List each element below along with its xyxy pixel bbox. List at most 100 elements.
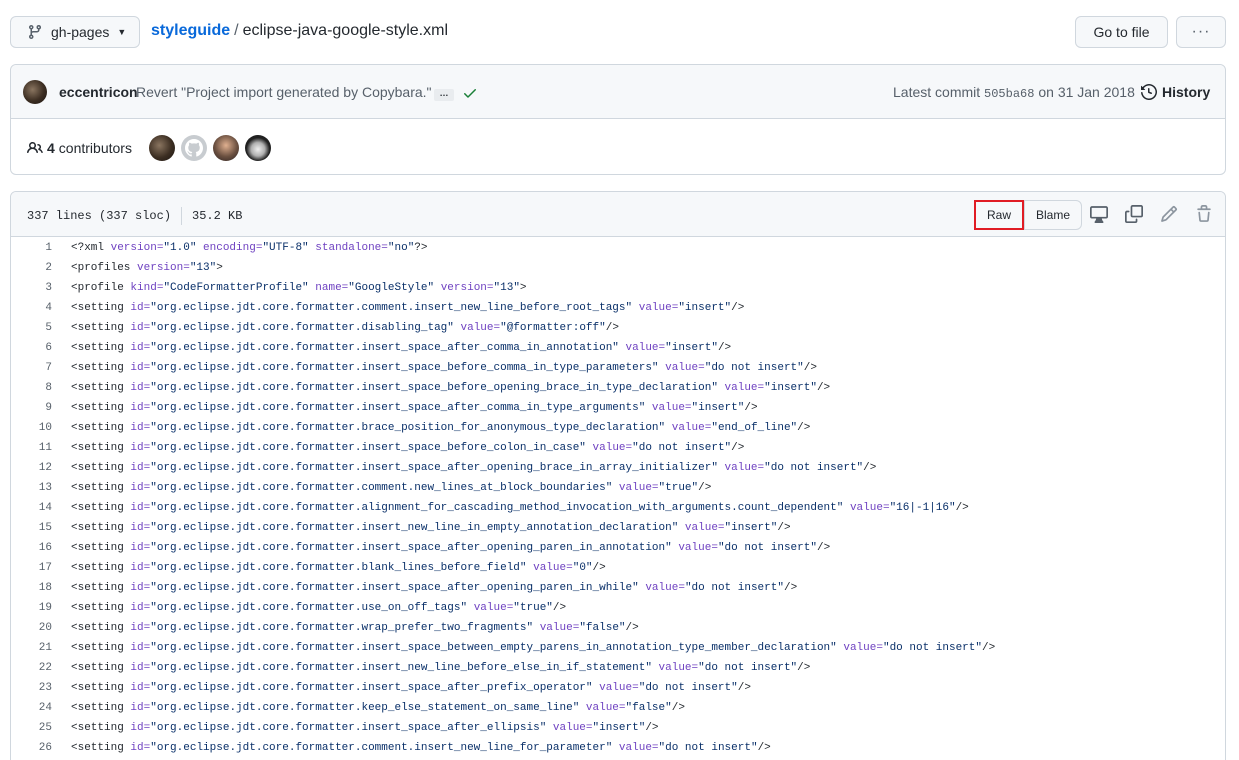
line-number[interactable]: 12 [11, 462, 63, 474]
contributor-avatar[interactable] [245, 135, 271, 161]
line-number[interactable]: 3 [11, 282, 63, 294]
line-number[interactable]: 20 [11, 622, 63, 634]
line-number[interactable]: 17 [11, 562, 63, 574]
xml-attribute: value= [843, 642, 883, 654]
line-content: <setting id="org.eclipse.jdt.core.format… [63, 462, 876, 474]
commit-date-prefix: on [1038, 84, 1054, 100]
breadcrumb-repo-link[interactable]: styleguide [151, 22, 230, 39]
contributors-row: 4 contributors [11, 119, 1225, 174]
line-number[interactable]: 15 [11, 522, 63, 534]
xml-tag: /> [783, 582, 798, 594]
xml-value: "insert" [764, 382, 817, 394]
line-number[interactable]: 13 [11, 482, 63, 494]
trash-icon[interactable] [1195, 205, 1213, 223]
xml-tag: ?> [414, 242, 428, 254]
xml-tag: <setting [71, 322, 131, 334]
xml-value: "do not insert" [638, 682, 738, 694]
commit-sha-link[interactable]: 505ba68 [984, 87, 1034, 101]
xml-value: "org.eclipse.jdt.core.formatter.insert_s… [150, 402, 652, 414]
xml-tag: /> [863, 462, 877, 474]
xml-tag: /> [698, 482, 712, 494]
xml-value: "org.eclipse.jdt.core.formatter.insert_n… [150, 522, 685, 534]
xml-value: "16|-1|16" [889, 502, 956, 514]
line-number[interactable]: 10 [11, 422, 63, 434]
line-number[interactable]: 26 [11, 742, 63, 754]
xml-tag: /> [731, 302, 745, 314]
xml-value: "do not insert" [684, 582, 784, 594]
pencil-icon[interactable] [1160, 205, 1178, 223]
line-number[interactable]: 19 [11, 602, 63, 614]
commit-author-link[interactable]: eccentricon [59, 84, 138, 100]
contributor-avatar[interactable] [213, 135, 239, 161]
xml-value: "org.eclipse.jdt.core.formatter.comment.… [150, 742, 619, 754]
xml-value: "no" [387, 242, 415, 254]
xml-value: "org.eclipse.jdt.core.formatter.insert_s… [150, 342, 626, 354]
xml-attribute: id= [130, 622, 151, 634]
xml-attribute: encoding= [203, 242, 263, 254]
line-number[interactable]: 24 [11, 702, 63, 714]
xml-attribute: id= [130, 482, 151, 494]
line-number[interactable]: 23 [11, 682, 63, 694]
line-number[interactable]: 11 [11, 442, 63, 454]
line-number[interactable]: 14 [11, 502, 63, 514]
xml-attribute: value= [473, 602, 514, 614]
line-number[interactable]: 22 [11, 662, 63, 674]
line-number[interactable]: 21 [11, 642, 63, 654]
xml-value: "org.eclipse.jdt.core.formatter.insert_s… [150, 722, 553, 734]
xml-value: "org.eclipse.jdt.core.formatter.insert_s… [150, 582, 646, 594]
branch-select-button[interactable]: gh-pages ▼ [10, 16, 140, 48]
line-number[interactable]: 4 [11, 302, 63, 314]
code-line: 14 <setting id="org.eclipse.jdt.core.form… [11, 498, 1225, 518]
xml-attribute: id= [130, 442, 151, 454]
commit-row: eccentricon Revert "Project import gener… [11, 65, 1225, 119]
xml-attribute: version= [440, 282, 494, 294]
xml-value: "org.eclipse.jdt.core.formatter.brace_po… [150, 422, 672, 434]
line-number[interactable]: 7 [11, 362, 63, 374]
line-number[interactable]: 25 [11, 722, 63, 734]
people-icon [27, 141, 43, 154]
check-icon[interactable] [462, 85, 478, 101]
contributor-avatar[interactable] [181, 135, 207, 161]
more-options-button[interactable]: ··· [1176, 16, 1226, 48]
copy-icon[interactable] [1125, 205, 1143, 223]
xml-attribute: id= [130, 402, 151, 414]
line-number[interactable]: 6 [11, 342, 63, 354]
xml-tag: <setting [71, 682, 131, 694]
expand-commit-message-button[interactable]: … [434, 89, 454, 101]
xml-tag: <profile [71, 282, 131, 294]
xml-value: "org.eclipse.jdt.core.formatter.comment.… [150, 482, 619, 494]
xml-attribute: value= [638, 302, 679, 314]
line-number[interactable]: 18 [11, 582, 63, 594]
blame-button[interactable]: Blame [1024, 200, 1082, 230]
line-number[interactable]: 8 [11, 382, 63, 394]
xml-tag: /> [797, 662, 811, 674]
xml-tag: <profiles [71, 262, 138, 274]
line-number[interactable]: 5 [11, 322, 63, 334]
code-line: 12 <setting id="org.eclipse.jdt.core.form… [11, 458, 1225, 478]
line-content: <setting id="org.eclipse.jdt.core.format… [63, 382, 830, 394]
contributors-label: contributors [58, 140, 132, 156]
contributor-avatar[interactable] [149, 135, 175, 161]
line-number[interactable]: 9 [11, 402, 63, 414]
desktop-icon[interactable] [1090, 205, 1108, 223]
go-to-file-button[interactable]: Go to file [1075, 16, 1168, 48]
history-icon [1141, 84, 1157, 100]
xml-attribute: id= [130, 342, 151, 354]
raw-button[interactable]: Raw [974, 200, 1024, 230]
xml-tag: <setting [71, 622, 131, 634]
commit-message-link[interactable]: Revert "Project import generated by Copy… [136, 84, 432, 100]
xml-attribute: id= [130, 542, 151, 554]
xml-value: "CodeFormatterProfile" [163, 282, 316, 294]
contributors-link[interactable]: 4 contributors [27, 140, 132, 156]
code-line: 18 <setting id="org.eclipse.jdt.core.form… [11, 578, 1225, 598]
author-avatar[interactable] [23, 80, 47, 104]
line-number[interactable]: 16 [11, 542, 63, 554]
xml-tag: /> [552, 602, 567, 614]
xml-attribute: id= [130, 322, 151, 334]
history-button[interactable]: History [1141, 84, 1210, 100]
xml-attribute: id= [130, 702, 151, 714]
line-number[interactable]: 2 [11, 262, 63, 274]
xml-value: "org.eclipse.jdt.core.formatter.insert_s… [150, 462, 725, 474]
xml-value: "false" [625, 702, 672, 714]
line-number[interactable]: 1 [11, 242, 63, 254]
